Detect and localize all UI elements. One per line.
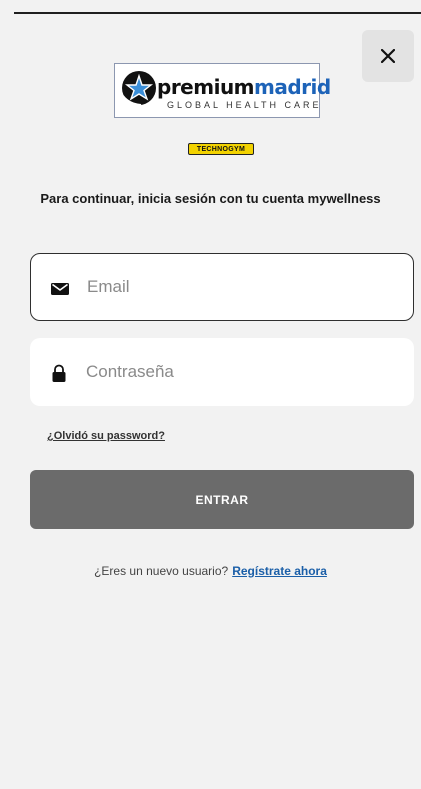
login-instruction: Para continuar, inicia sesión con tu cue…	[40, 191, 381, 206]
envelope-icon	[51, 283, 69, 295]
password-input[interactable]	[86, 338, 404, 406]
email-field[interactable]	[30, 253, 414, 321]
register-link[interactable]: Regístrate ahora	[232, 564, 327, 578]
star-emblem-icon	[122, 71, 156, 106]
register-prompt: ¿Eres un nuevo usuario?	[94, 564, 229, 578]
lock-icon	[52, 364, 66, 382]
forgot-password-link[interactable]: ¿Olvidó su password?	[47, 430, 165, 442]
logo-tagline: GLOBAL HEALTH CARE	[167, 100, 322, 110]
logo-wordmark: premiummadrid	[157, 76, 331, 98]
login-button[interactable]: ENTRAR	[30, 470, 414, 529]
logo-word-premium: premium	[157, 75, 255, 99]
top-divider	[14, 12, 421, 14]
technogym-badge: TECHNOGYM	[188, 143, 254, 155]
close-button[interactable]	[362, 30, 414, 82]
logo-word-madrid: madrid	[254, 75, 331, 99]
close-icon	[381, 49, 395, 63]
premiummadrid-logo: premiummadrid GLOBAL HEALTH CARE	[114, 63, 331, 118]
password-field[interactable]	[30, 338, 414, 406]
register-row: ¿Eres un nuevo usuario? Regístrate ahora	[0, 564, 421, 578]
email-input[interactable]	[87, 254, 403, 320]
